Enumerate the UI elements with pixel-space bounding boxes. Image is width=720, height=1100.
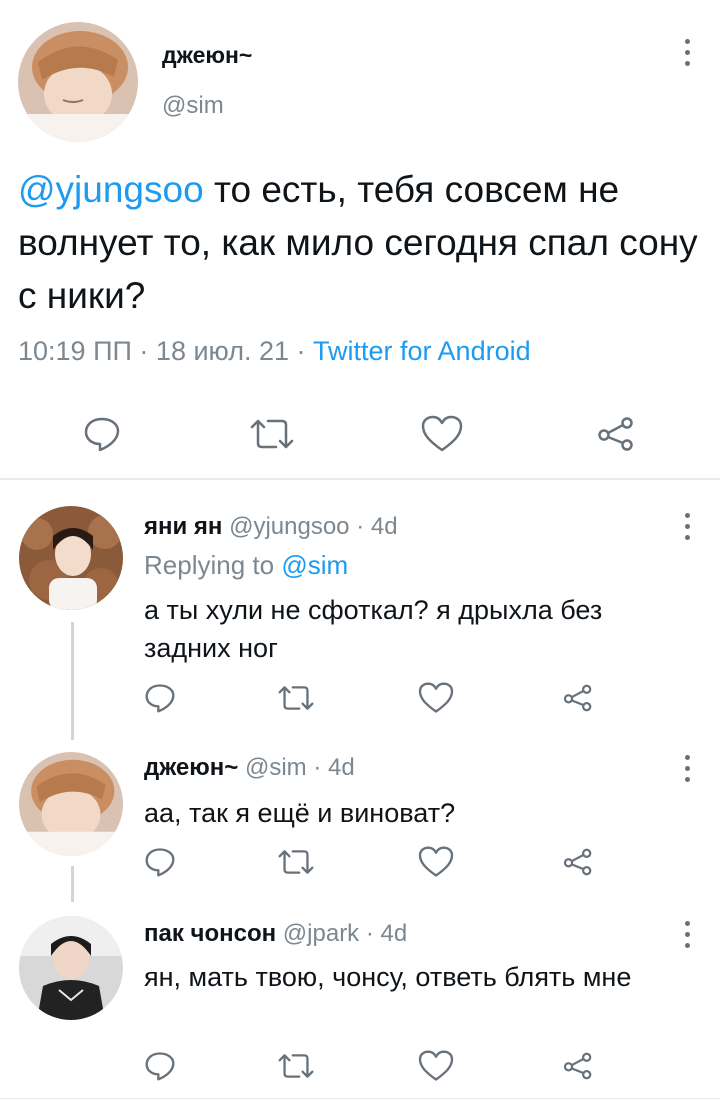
main-handle[interactable]: @sim [162, 92, 224, 120]
meta-separator: · [139, 336, 149, 366]
reply-avatar[interactable] [19, 506, 123, 610]
reply-avatar[interactable] [19, 752, 123, 856]
like-icon[interactable] [416, 844, 456, 880]
share-icon[interactable] [596, 414, 636, 454]
reply-icon[interactable] [142, 844, 178, 880]
like-icon[interactable] [416, 680, 456, 716]
reply-avatar[interactable] [19, 916, 123, 1020]
reply-header: пак чонсон @jpark · 4d [144, 920, 407, 948]
reply-handle[interactable]: @yjungsoo [229, 513, 349, 540]
reply-display-name[interactable]: джеюн~ [144, 754, 238, 781]
share-icon[interactable] [560, 1048, 596, 1084]
retweet-icon[interactable] [276, 680, 316, 716]
share-icon[interactable] [560, 680, 596, 716]
reply-display-name[interactable]: пак чонсон [144, 920, 276, 947]
reply-icon[interactable] [142, 1048, 178, 1084]
retweet-icon[interactable] [276, 844, 316, 880]
retweet-icon[interactable] [250, 414, 294, 454]
main-display-name[interactable]: джеюн~ [162, 42, 252, 69]
reply-handle[interactable]: @sim [245, 754, 307, 781]
reply-display-name[interactable]: яни ян [144, 513, 222, 540]
replying-to: Replying to @sim [144, 550, 348, 581]
like-icon[interactable] [416, 1048, 456, 1084]
tweet-client-link[interactable]: Twitter for Android [313, 336, 531, 366]
reply-text: ян, мать твою, чонсу, ответь блять мне [144, 962, 632, 992]
reply-text: аа, так я ещё и виноват? [144, 798, 456, 828]
bottom-divider [0, 1098, 720, 1099]
replying-to-label: Replying to [144, 550, 275, 580]
reply-time: · 4d [365, 920, 408, 947]
thread-line [71, 866, 74, 902]
like-icon[interactable] [420, 414, 464, 454]
share-icon[interactable] [560, 844, 596, 880]
more-vertical-icon[interactable] [677, 748, 697, 788]
reply-time: · 4d [356, 513, 398, 540]
tweet-time: 10:19 ПП [18, 336, 132, 366]
retweet-icon[interactable] [276, 1048, 316, 1084]
mention-link[interactable]: @yjungsoo [18, 169, 204, 210]
tweet-date: 18 июл. 21 [155, 336, 289, 366]
more-vertical-icon[interactable] [677, 914, 697, 954]
section-divider [0, 478, 720, 480]
main-tweet-text: @yjungsoo то есть, тебя совсем не волнуе… [18, 163, 708, 322]
reply-handle[interactable]: @jpark [283, 920, 359, 947]
reply-text: а ты хули не сфоткал? я дрыхла без задни… [144, 595, 603, 663]
reply-time: · 4d [313, 754, 355, 781]
replying-to-link[interactable]: @sim [281, 550, 348, 580]
reply-icon[interactable] [82, 414, 122, 454]
meta-separator: · [296, 336, 306, 366]
main-avatar[interactable] [18, 22, 138, 142]
reply-header: яни ян @yjungsoo · 4d [144, 513, 398, 541]
more-vertical-icon[interactable] [677, 32, 697, 72]
more-vertical-icon[interactable] [677, 506, 697, 546]
main-tweet-meta: 10:19 ПП · 18 июл. 21 · Twitter for Andr… [18, 336, 531, 367]
thread-line [71, 622, 74, 740]
reply-header: джеюн~ @sim · 4d [144, 754, 355, 782]
reply-icon[interactable] [142, 680, 178, 716]
